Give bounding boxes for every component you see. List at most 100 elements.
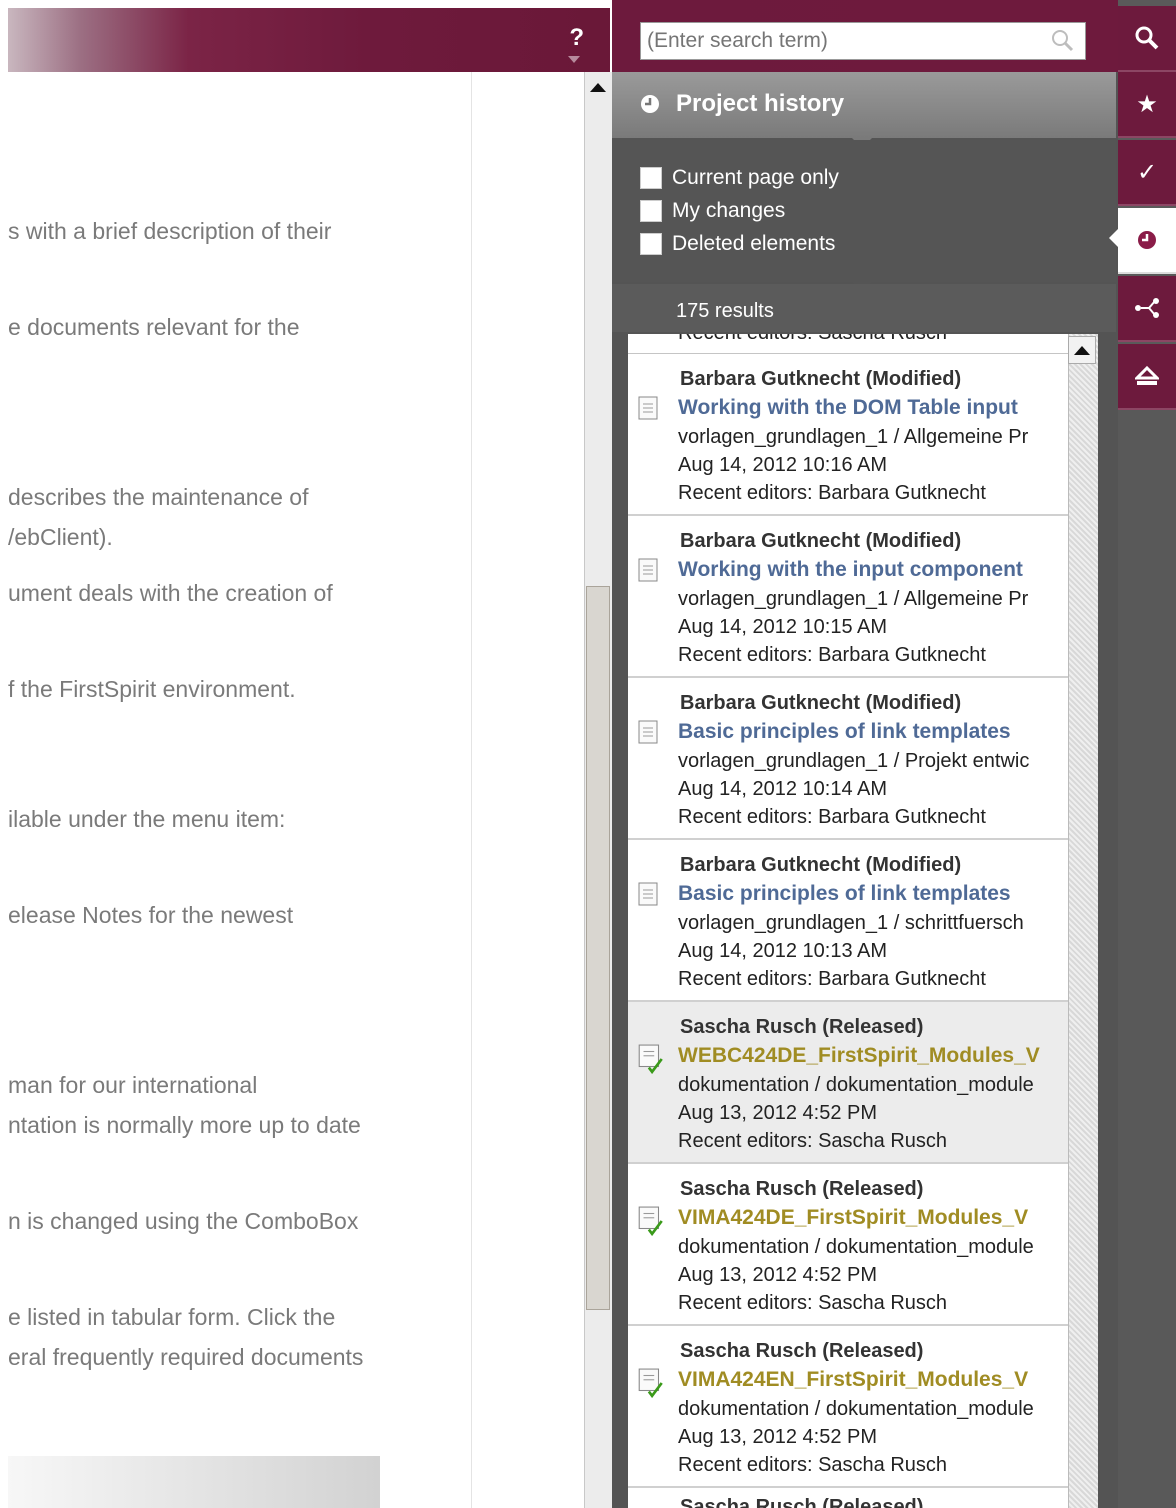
item-path: dokumentation / dokumentation_module bbox=[678, 1074, 1034, 1096]
list-item[interactable]: Sascha Rusch (Released) bbox=[628, 1488, 1068, 1508]
top-header: ? bbox=[8, 8, 610, 72]
scroll-up-arrow-icon[interactable] bbox=[584, 76, 612, 98]
item-title-link[interactable]: VIMA424EN_FirstSpirit_Modules_V bbox=[678, 1368, 1028, 1392]
history-list[interactable]: Recent editors: Sascha Rusch Barbara Gut… bbox=[628, 334, 1068, 1508]
item-editors: Recent editors: Sascha Rusch bbox=[678, 1454, 948, 1476]
checkbox[interactable] bbox=[640, 167, 662, 189]
history-item[interactable]: Sascha Rusch (Released) VIMA424EN_FirstS… bbox=[628, 1326, 1068, 1488]
item-author-status: Sascha Rusch (Released) bbox=[680, 1178, 924, 1200]
item-editors: Recent editors: Barbara Gutknecht bbox=[678, 644, 986, 666]
history-item[interactable]: Barbara Gutknecht (Modified) Basic princ… bbox=[628, 840, 1068, 1002]
checkbox[interactable] bbox=[640, 200, 662, 222]
item-date: Aug 14, 2012 10:15 AM bbox=[678, 616, 888, 638]
editors-text: Recent editors: Sascha Rusch bbox=[678, 334, 947, 345]
rail-publish-button[interactable] bbox=[1118, 344, 1176, 410]
page-document-icon bbox=[638, 558, 658, 582]
item-date: Aug 13, 2012 4:52 PM bbox=[678, 1426, 878, 1448]
released-document-icon bbox=[638, 1368, 663, 1398]
history-list-scrollbar[interactable] bbox=[1068, 334, 1098, 1508]
item-title-link[interactable]: VIMA424DE_FirstSpirit_Modules_V bbox=[678, 1206, 1028, 1230]
item-title-link[interactable]: Basic principles of link templates bbox=[678, 882, 1011, 906]
doc-text-line: man for our international bbox=[8, 1072, 258, 1098]
doc-text-line: f the FirstSpirit environment. bbox=[8, 676, 296, 702]
item-author-status: Barbara Gutknecht (Modified) bbox=[680, 692, 962, 714]
item-title-link[interactable]: Working with the input component bbox=[678, 558, 1023, 582]
content-scrollbar-thumb[interactable] bbox=[586, 586, 610, 1310]
filter-label: Deleted elements bbox=[672, 232, 836, 255]
structure-icon bbox=[1135, 298, 1159, 318]
checkmark-icon: ✓ bbox=[1136, 158, 1158, 186]
item-editors: Recent editors: Sascha Rusch bbox=[678, 1130, 948, 1152]
page-document-icon bbox=[638, 720, 658, 744]
item-path: vorlagen_grundlagen_1 / Allgemeine Pr bbox=[678, 426, 1029, 448]
doc-text-line: e documents relevant for the bbox=[8, 314, 300, 340]
item-author-status: Sascha Rusch (Released) bbox=[680, 1340, 924, 1362]
doc-text-line: ument deals with the creation of bbox=[8, 580, 333, 606]
item-title-link[interactable]: WEBC424DE_FirstSpirit_Modules_V bbox=[678, 1044, 1040, 1068]
filter-label: My changes bbox=[672, 199, 786, 222]
rail-search-button[interactable] bbox=[1118, 6, 1176, 72]
released-document-icon bbox=[638, 1206, 663, 1236]
released-document-icon bbox=[638, 1044, 663, 1074]
active-tab-pointer bbox=[1109, 228, 1119, 248]
item-author-status: Barbara Gutknecht (Modified) bbox=[680, 530, 962, 552]
item-title-link[interactable]: Basic principles of link templates bbox=[678, 720, 1011, 744]
item-editors: Recent editors: Barbara Gutknecht bbox=[678, 968, 986, 990]
history-clock-icon bbox=[1138, 231, 1156, 249]
item-path: dokumentation / dokumentation_module bbox=[678, 1398, 1034, 1420]
item-path: vorlagen_grundlagen_1 / Allgemeine Pr bbox=[678, 588, 1029, 610]
item-date: Aug 14, 2012 10:14 AM bbox=[678, 778, 888, 800]
rail-structure-button[interactable] bbox=[1118, 276, 1176, 342]
item-path: vorlagen_grundlagen_1 / schrittfuersch bbox=[678, 912, 1024, 934]
list-item[interactable]: Recent editors: Sascha Rusch bbox=[628, 334, 1068, 354]
search-icon bbox=[1135, 26, 1159, 50]
doc-text-line: elease Notes for the newest bbox=[8, 902, 294, 928]
doc-margin bbox=[472, 72, 584, 1508]
doc-text-line: s with a brief description of their bbox=[8, 218, 332, 244]
history-item[interactable]: Barbara Gutknecht (Modified) Working wit… bbox=[628, 354, 1068, 516]
history-item-selected[interactable]: Sascha Rusch (Released) WEBC424DE_FirstS… bbox=[628, 1002, 1068, 1164]
doc-text-line: e listed in tabular form. Click the bbox=[8, 1304, 336, 1330]
history-item[interactable]: Sascha Rusch (Released) VIMA424DE_FirstS… bbox=[628, 1164, 1068, 1326]
doc-footer-bar bbox=[8, 1456, 380, 1508]
help-button[interactable]: ? bbox=[569, 24, 584, 52]
eject-icon bbox=[1135, 365, 1159, 385]
item-editors: Recent editors: Sascha Rusch bbox=[678, 1292, 948, 1314]
tool-rail-empty bbox=[1118, 410, 1176, 1508]
rail-history-button[interactable] bbox=[1118, 208, 1176, 274]
page-document-icon bbox=[638, 396, 658, 420]
documentation-content: s with a brief description of their e do… bbox=[8, 72, 472, 1508]
filter-my-changes[interactable]: My changes bbox=[640, 199, 785, 223]
rail-tasks-button[interactable]: ✓ bbox=[1118, 140, 1176, 206]
filter-current-page[interactable]: Current page only bbox=[640, 166, 839, 190]
page-document-icon bbox=[638, 882, 658, 906]
doc-text-line: describes the maintenance of bbox=[8, 484, 309, 510]
item-author-status: Barbara Gutknecht (Modified) bbox=[680, 368, 962, 390]
magnifier-icon[interactable] bbox=[1050, 28, 1074, 52]
clock-icon bbox=[641, 95, 659, 113]
item-date: Aug 14, 2012 10:16 AM bbox=[678, 454, 888, 476]
item-date: Aug 14, 2012 10:13 AM bbox=[678, 940, 888, 962]
list-scroll-up-arrow-icon[interactable] bbox=[1068, 336, 1096, 364]
doc-text-line: ntation is normally more up to date bbox=[8, 1112, 361, 1138]
help-dropdown-arrow-icon[interactable] bbox=[568, 56, 580, 63]
item-author-status: Sascha Rusch (Released) bbox=[680, 1496, 924, 1508]
checkbox[interactable] bbox=[640, 233, 662, 255]
item-path: vorlagen_grundlagen_1 / Projekt entwic bbox=[678, 750, 1030, 772]
filter-label: Current page only bbox=[672, 166, 839, 189]
item-date: Aug 13, 2012 4:52 PM bbox=[678, 1102, 878, 1124]
doc-text-line: eral frequently required documents bbox=[8, 1344, 364, 1370]
history-item[interactable]: Barbara Gutknecht (Modified) Working wit… bbox=[628, 516, 1068, 678]
history-item[interactable]: Barbara Gutknecht (Modified) Basic princ… bbox=[628, 678, 1068, 840]
star-icon: ★ bbox=[1136, 90, 1158, 118]
doc-text-line: n is changed using the ComboBox bbox=[8, 1208, 359, 1234]
results-count: 175 results bbox=[676, 300, 774, 322]
search-input[interactable] bbox=[640, 22, 1086, 60]
doc-text-line: ilable under the menu item: bbox=[8, 806, 286, 832]
item-title-link[interactable]: Working with the DOM Table input bbox=[678, 396, 1018, 420]
item-date: Aug 13, 2012 4:52 PM bbox=[678, 1264, 878, 1286]
rail-bookmarks-button[interactable]: ★ bbox=[1118, 72, 1176, 138]
item-author-status: Sascha Rusch (Released) bbox=[680, 1016, 924, 1038]
item-path: dokumentation / dokumentation_module bbox=[678, 1236, 1034, 1258]
filter-deleted-elements[interactable]: Deleted elements bbox=[640, 232, 835, 256]
